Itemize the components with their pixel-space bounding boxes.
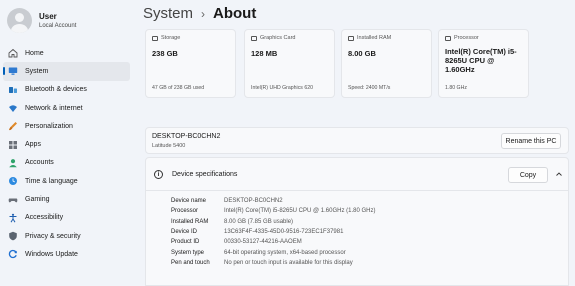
ram-card[interactable]: Installed RAM 8.00 GB Speed: 2400 MT/s — [341, 29, 432, 98]
accessibility-icon — [8, 213, 18, 223]
spec-value: No pen or touch input is available for t… — [224, 259, 353, 266]
sidebar-item-label: Privacy & security — [25, 232, 81, 240]
sidebar-item-accessibility[interactable]: Accessibility — [3, 209, 130, 227]
person-icon — [8, 158, 18, 168]
info-icon: i — [154, 170, 163, 179]
processor-icon — [445, 35, 451, 41]
sidebar-item-system[interactable]: System — [3, 62, 130, 81]
spec-label: Processor — [171, 208, 199, 215]
spec-value: 13C63F4F-4335-45D0-9516-723EC1F37981 — [224, 229, 344, 236]
sidebar-nav: Home System Bluetooth & devices Network … — [3, 44, 130, 264]
monitor-icon — [8, 66, 18, 76]
sidebar-item-gaming[interactable]: Gaming — [3, 190, 130, 208]
gamepad-icon — [8, 195, 18, 205]
card-title: Processor — [454, 35, 479, 41]
sidebar-item-accounts[interactable]: Accounts — [3, 154, 130, 172]
spec-value: 8.00 GB (7.85 GB usable) — [224, 218, 294, 225]
spec-label: Pen and touch — [171, 259, 210, 266]
globe-clock-icon — [8, 176, 18, 186]
sidebar-item-label: Home — [25, 49, 44, 57]
spec-row: Pen and touch No pen or touch input is av… — [171, 258, 375, 268]
card-value: Intel(R) Core(TM) i5-8265U CPU @ 1.60GHz — [445, 47, 517, 74]
card-subtext: 1.80 GHz — [445, 85, 467, 91]
apps-icon — [8, 140, 18, 150]
card-subtext: 47 GB of 238 GB used — [152, 85, 205, 91]
user-name: User — [39, 11, 57, 21]
processor-card[interactable]: Processor Intel(R) Core(TM) i5-8265U CPU… — [438, 29, 529, 98]
sidebar-item-label: Time & language — [25, 177, 78, 185]
sidebar-item-label: Accessibility — [25, 214, 64, 222]
sidebar-item-network[interactable]: Network & internet — [3, 99, 130, 117]
sidebar-item-bluetooth[interactable]: Bluetooth & devices — [3, 81, 130, 99]
sidebar-item-privacy[interactable]: Privacy & security — [3, 227, 130, 245]
pc-name: DESKTOP-BC0CHN2 — [152, 133, 221, 140]
spec-label: Device name — [171, 198, 207, 205]
sidebar-item-label: Personalization — [25, 122, 73, 130]
sidebar-item-apps[interactable]: Apps — [3, 135, 130, 153]
sidebar-item-label: Bluetooth & devices — [25, 86, 87, 94]
card-value: 238 GB — [152, 49, 178, 58]
spec-value: DESKTOP-BC0CHN2 — [224, 198, 283, 205]
spec-row: Device ID 13C63F4F-4335-45D0-9516-723EC1F… — [171, 227, 375, 237]
graphics-card-icon — [251, 35, 257, 41]
spec-row: Processor Intel(R) Core(TM) i5-8265U CPU … — [171, 206, 375, 216]
sidebar-item-home[interactable]: Home — [3, 44, 130, 62]
spec-value: Intel(R) Core(TM) i5-8265U CPU @ 1.60GHz… — [224, 208, 376, 215]
update-icon — [8, 249, 18, 259]
graphics-card-card[interactable]: Graphics Card 128 MB Intel(R) UHD Graphi… — [244, 29, 335, 98]
bluetooth-icon — [8, 85, 18, 95]
spec-value: 00330-53127-44216-AAOEM — [224, 239, 302, 246]
card-value: 128 MB — [251, 49, 278, 58]
card-value: 8.00 GB — [348, 49, 376, 58]
chevron-up-icon[interactable] — [555, 170, 563, 178]
device-specifications-header[interactable]: i Device specifications Copy — [146, 158, 568, 191]
user-profile[interactable]: User Local Account — [7, 8, 76, 33]
sidebar-item-label: Apps — [25, 141, 41, 149]
storage-card[interactable]: Storage 238 GB 47 GB of 238 GB used — [145, 29, 236, 98]
breadcrumb-parent[interactable]: System — [143, 4, 193, 24]
spec-row: Device name DESKTOP-BC0CHN2 — [171, 196, 375, 206]
device-specifications-panel: i Device specifications Copy Device name… — [145, 157, 569, 286]
sidebar-item-label: Accounts — [25, 159, 54, 167]
pc-model: Latitude 5400 — [152, 143, 186, 149]
home-icon — [8, 48, 18, 58]
wifi-icon — [8, 103, 18, 113]
sidebar: User Local Account Home System Bluetooth… — [0, 0, 134, 286]
spec-label: Product ID — [171, 239, 200, 246]
section-title: Device specifications — [172, 171, 238, 178]
sidebar-item-personalization[interactable]: Personalization — [3, 117, 130, 135]
shield-icon — [8, 231, 18, 241]
rename-pc-button[interactable]: Rename this PC — [501, 133, 561, 149]
brush-icon — [8, 121, 18, 131]
pc-name-row: DESKTOP-BC0CHN2 Latitude 5400 Rename thi… — [145, 127, 569, 154]
spec-label: Installed RAM — [171, 218, 209, 225]
copy-button[interactable]: Copy — [508, 167, 548, 183]
spec-label: Device ID — [171, 229, 198, 236]
card-title: Storage — [161, 35, 181, 41]
card-title: Graphics Card — [260, 35, 296, 41]
ram-icon — [348, 35, 354, 41]
sidebar-item-label: System — [25, 67, 49, 75]
sidebar-item-time-language[interactable]: Time & language — [3, 172, 130, 190]
spec-row: System type 64-bit operating system, x64-… — [171, 247, 375, 257]
card-title: Installed RAM — [357, 35, 392, 41]
sidebar-item-label: Network & internet — [25, 104, 83, 112]
breadcrumb: System › About — [143, 4, 256, 24]
card-subtext: Speed: 2400 MT/s — [348, 85, 391, 91]
page-title: About — [213, 5, 257, 22]
user-account-type: Local Account — [39, 22, 77, 29]
sidebar-item-label: Gaming — [25, 196, 50, 204]
storage-icon — [152, 35, 158, 41]
spec-value: 64-bit operating system, x64-based proce… — [224, 249, 346, 256]
sidebar-item-windows-update[interactable]: Windows Update — [3, 245, 130, 263]
avatar — [7, 8, 32, 33]
breadcrumb-separator: › — [201, 7, 206, 21]
spec-row: Product ID 00330-53127-44216-AAOEM — [171, 237, 375, 247]
spec-label: System type — [171, 249, 205, 256]
sidebar-item-label: Windows Update — [25, 250, 78, 258]
card-subtext: Intel(R) UHD Graphics 620 — [251, 85, 313, 91]
spec-row: Installed RAM 8.00 GB (7.85 GB usable) — [171, 217, 375, 227]
spec-rows: Device name DESKTOP-BC0CHN2 Processor Inte… — [171, 196, 375, 268]
